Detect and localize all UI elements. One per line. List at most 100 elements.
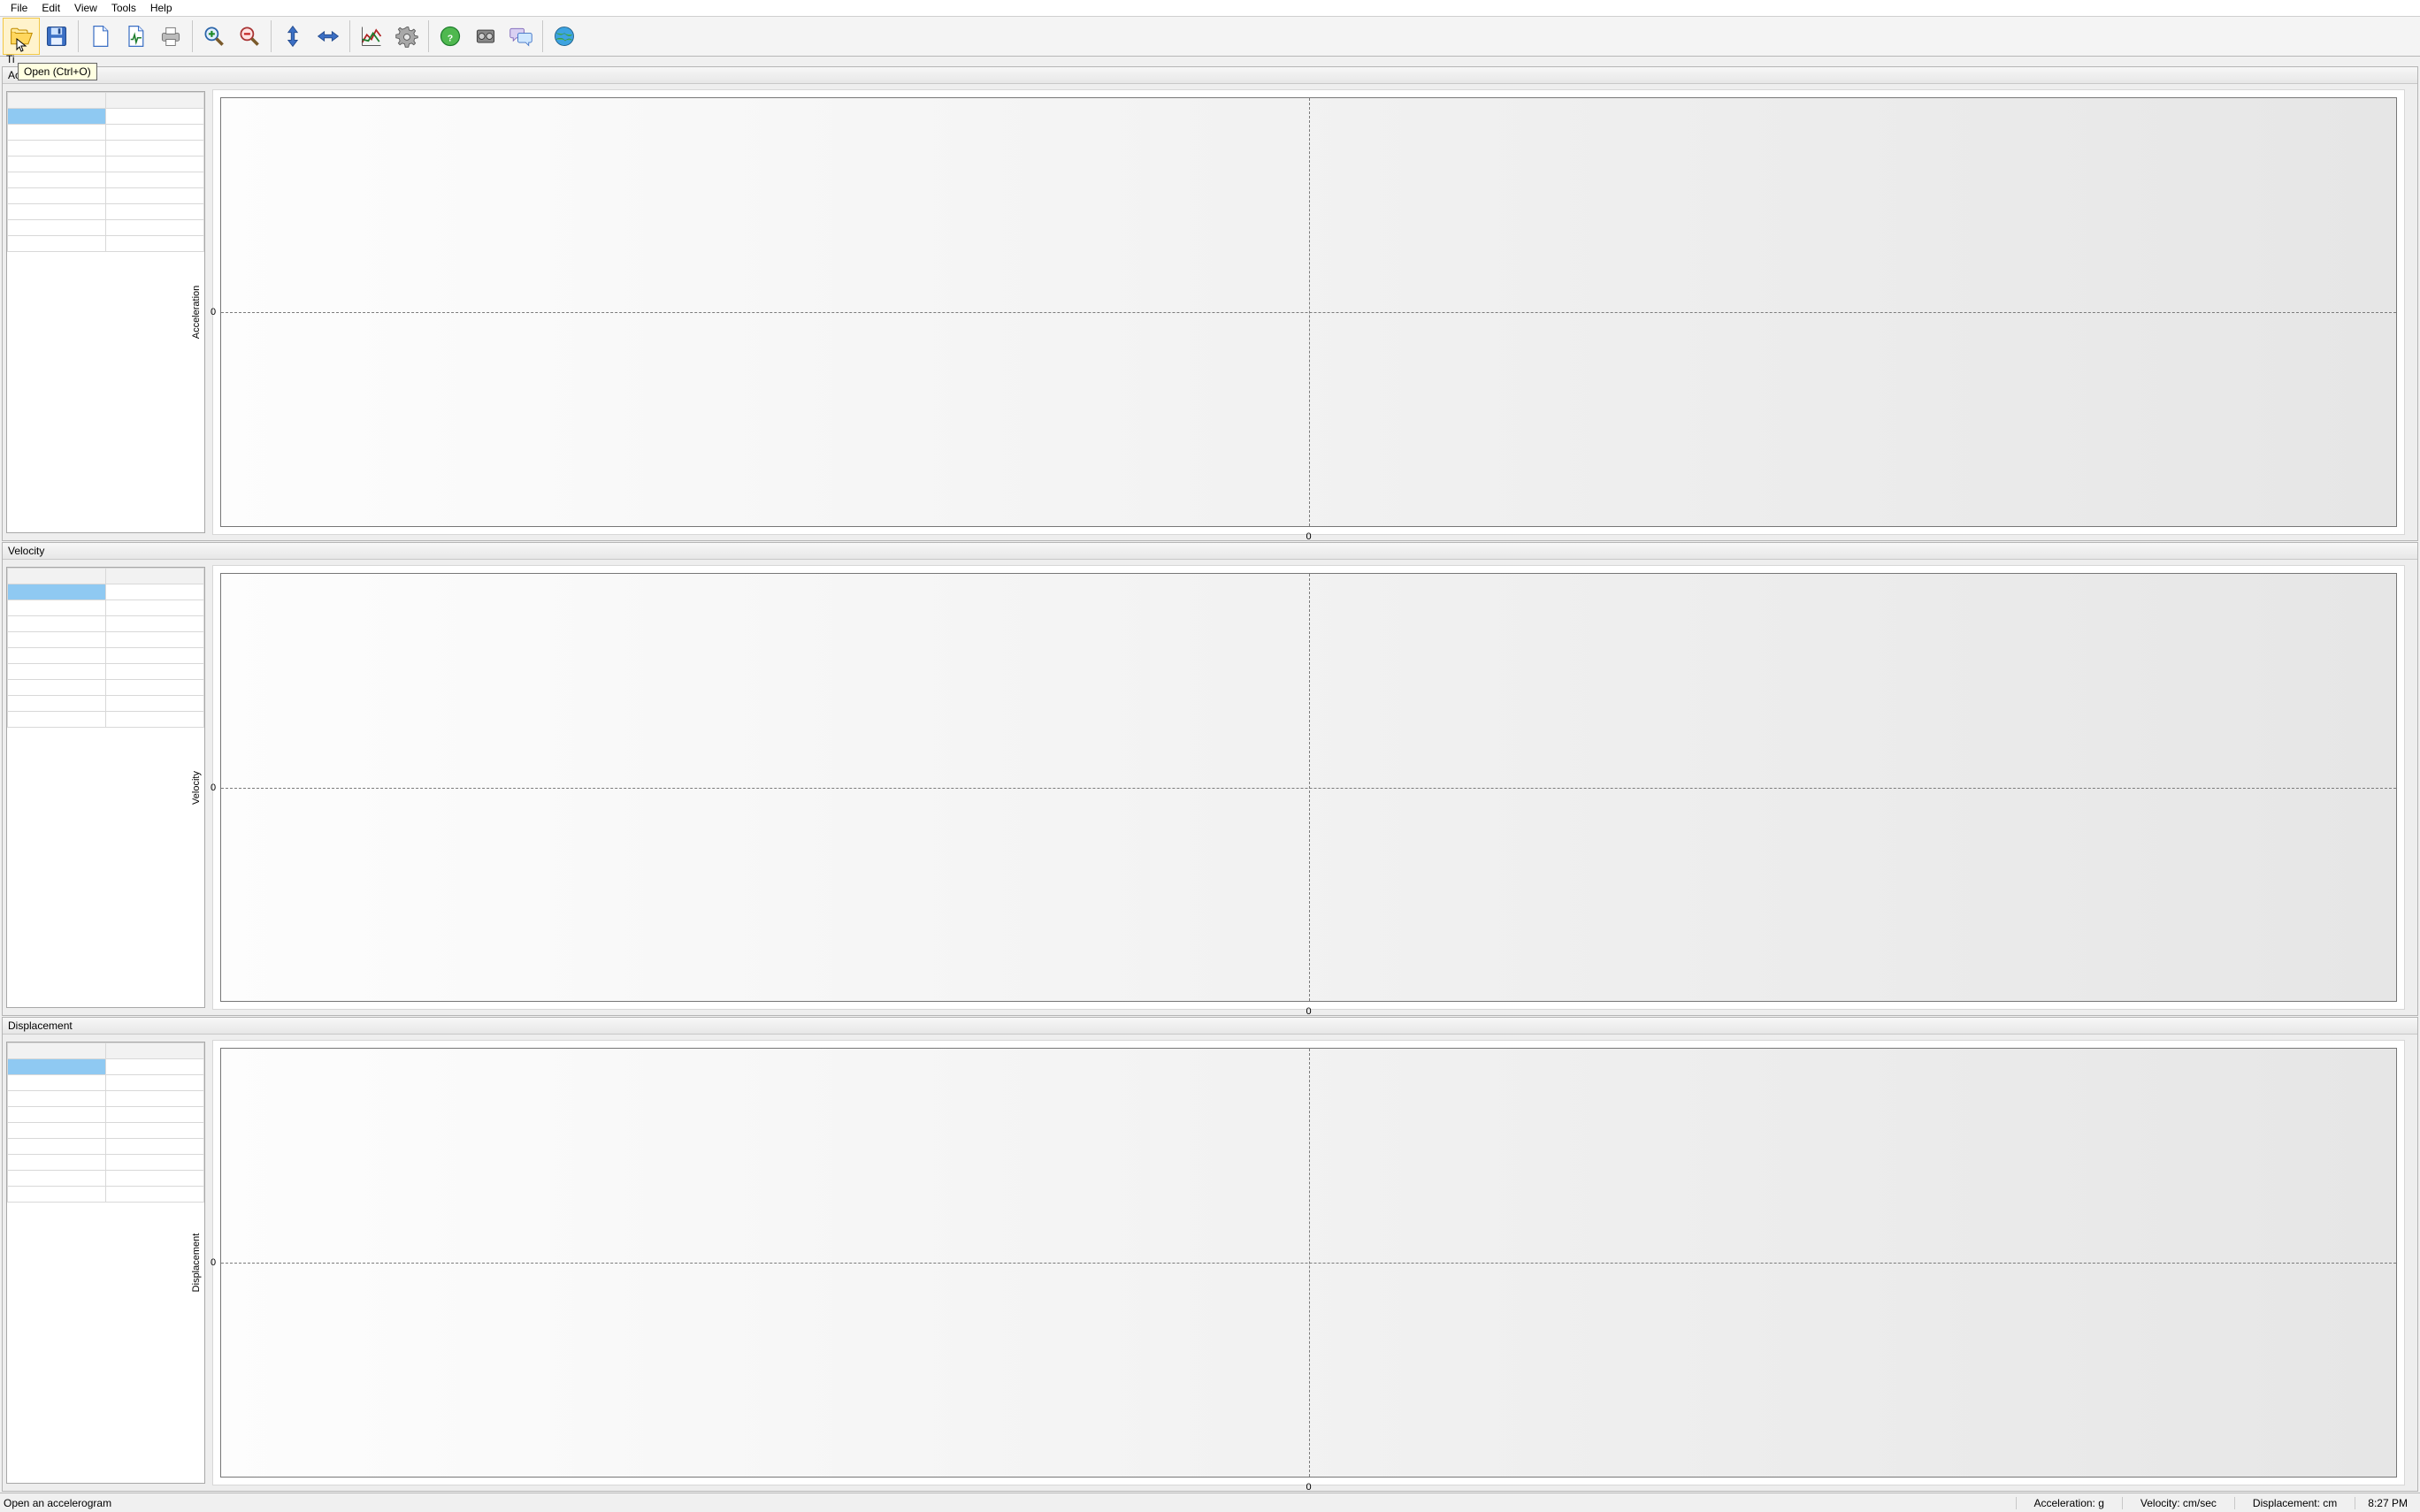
chart-velocity[interactable]: 0 0 Time Velocity xyxy=(212,565,2405,1011)
fit-vertical-button[interactable] xyxy=(275,19,310,54)
chart-icon xyxy=(359,24,384,49)
section-header-velocity: Velocity xyxy=(3,543,2417,560)
table-row[interactable] xyxy=(8,1091,204,1107)
status-hint: Open an accelerogram xyxy=(0,1497,2016,1509)
globe-icon xyxy=(552,24,577,49)
y-tick: 0 xyxy=(211,1257,216,1268)
truncated-label: Ti xyxy=(6,53,15,65)
comments-button[interactable] xyxy=(503,19,539,54)
save-button[interactable] xyxy=(39,19,74,54)
section-header-displacement: Displacement xyxy=(3,1018,2417,1035)
table-row[interactable] xyxy=(8,1075,204,1091)
toolbar-separator xyxy=(192,20,193,52)
menu-file[interactable]: File xyxy=(4,0,34,16)
table-row[interactable] xyxy=(8,695,204,711)
help-button[interactable]: ? xyxy=(433,19,468,54)
section-velocity: Velocity xyxy=(2,542,2418,1017)
toolbar: ? Open (Ctrl+O) xyxy=(0,16,2420,57)
table-row[interactable] xyxy=(8,1059,204,1075)
open-button[interactable] xyxy=(4,19,39,54)
section-displacement: Displacement xyxy=(2,1017,2418,1492)
table-acceleration[interactable] xyxy=(6,91,205,533)
x-tick: 0 xyxy=(1306,1006,1311,1015)
table-row[interactable] xyxy=(8,141,204,157)
table-row[interactable] xyxy=(8,125,204,141)
table-row[interactable] xyxy=(8,172,204,188)
film-icon xyxy=(473,24,498,49)
help-icon: ? xyxy=(438,24,463,49)
x-tick: 0 xyxy=(1306,1482,1311,1491)
table-row[interactable] xyxy=(8,584,204,599)
settings-button[interactable] xyxy=(389,19,425,54)
chart-displacement[interactable]: 0 0 Time Displacement xyxy=(212,1040,2405,1485)
table-row[interactable] xyxy=(8,204,204,220)
table-row[interactable] xyxy=(8,220,204,236)
work-area: Acceleration xyxy=(0,66,2420,1493)
table-row[interactable] xyxy=(8,663,204,679)
table-row[interactable] xyxy=(8,615,204,631)
arrows-horizontal-icon xyxy=(316,24,341,49)
y-axis-label: Displacement xyxy=(191,1233,202,1293)
menu-bar: File Edit View Tools Help xyxy=(0,0,2420,16)
table-row[interactable] xyxy=(8,647,204,663)
toolbar-separator xyxy=(542,20,543,52)
chart-acceleration[interactable]: 0 0 Time Acceleration xyxy=(212,89,2405,535)
plot-button[interactable] xyxy=(354,19,389,54)
tooltip: Open (Ctrl+O) xyxy=(18,63,97,80)
zoom-out-button[interactable] xyxy=(232,19,267,54)
status-accel: Acceleration: g xyxy=(2016,1497,2122,1509)
table-row[interactable] xyxy=(8,1187,204,1203)
arrows-vertical-icon xyxy=(280,24,305,49)
table-row[interactable] xyxy=(8,679,204,695)
menu-tools[interactable]: Tools xyxy=(104,0,143,16)
table-row[interactable] xyxy=(8,631,204,647)
table-row[interactable] xyxy=(8,1171,204,1187)
y-tick: 0 xyxy=(211,783,216,793)
table-row[interactable] xyxy=(8,188,204,204)
table-row[interactable] xyxy=(8,1107,204,1123)
video-button[interactable] xyxy=(468,19,503,54)
table-row[interactable] xyxy=(8,236,204,252)
document-wave-icon xyxy=(123,24,148,49)
speech-bubbles-icon xyxy=(509,24,533,49)
table-row[interactable] xyxy=(8,109,204,125)
toolbar-separator xyxy=(78,20,79,52)
toolbar-separator xyxy=(428,20,429,52)
zoom-in-button[interactable] xyxy=(196,19,232,54)
document-icon xyxy=(88,24,112,49)
zoom-out-icon xyxy=(237,24,262,49)
new-button[interactable] xyxy=(82,19,118,54)
svg-text:?: ? xyxy=(448,33,453,43)
section-header-acceleration: Acceleration xyxy=(3,67,2417,84)
table-row[interactable] xyxy=(8,1155,204,1171)
gear-icon xyxy=(394,24,419,49)
table-row[interactable] xyxy=(8,1139,204,1155)
gridline xyxy=(1309,1049,1310,1477)
toolbar-separator xyxy=(271,20,272,52)
printer-icon xyxy=(158,24,183,49)
menu-view[interactable]: View xyxy=(67,0,104,16)
status-clock: 8:27 PM xyxy=(2355,1497,2420,1509)
signal-button[interactable] xyxy=(118,19,153,54)
table-row[interactable] xyxy=(8,1123,204,1139)
y-tick: 0 xyxy=(211,307,216,317)
zoom-in-icon xyxy=(202,24,226,49)
fit-horizontal-button[interactable] xyxy=(310,19,346,54)
menu-help[interactable]: Help xyxy=(143,0,180,16)
menu-edit[interactable]: Edit xyxy=(34,0,67,16)
table-row[interactable] xyxy=(8,157,204,172)
table-displacement[interactable] xyxy=(6,1042,205,1484)
table-velocity[interactable] xyxy=(6,567,205,1009)
web-button[interactable] xyxy=(547,19,582,54)
save-icon xyxy=(44,24,69,49)
print-button[interactable] xyxy=(153,19,188,54)
y-axis-label: Velocity xyxy=(191,771,202,805)
status-disp: Displacement: cm xyxy=(2234,1497,2355,1509)
gridline xyxy=(1309,98,1310,526)
cursor-icon xyxy=(16,38,30,52)
table-row[interactable] xyxy=(8,599,204,615)
status-vel: Velocity: cm/sec xyxy=(2122,1497,2234,1509)
gridline xyxy=(1309,574,1310,1002)
toolbar-separator xyxy=(349,20,350,52)
table-row[interactable] xyxy=(8,711,204,727)
